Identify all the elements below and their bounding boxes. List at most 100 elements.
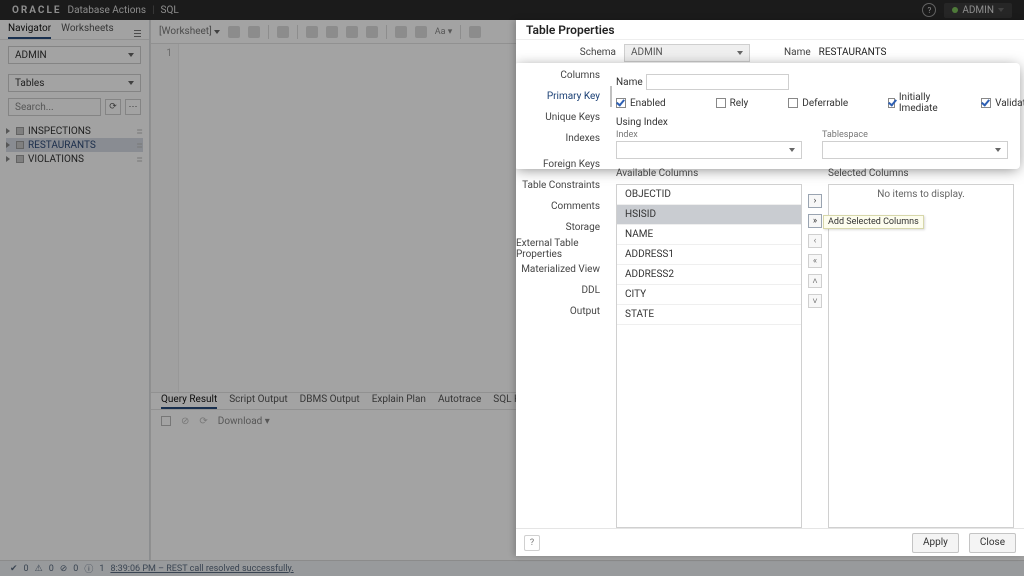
tab-navigator[interactable]: Navigator <box>8 23 51 39</box>
move-down-button[interactable]: ˅ <box>808 294 822 308</box>
user-menu[interactable]: ADMIN <box>944 3 1012 18</box>
refresh-results-icon[interactable]: ⟳ <box>199 416 207 427</box>
tab-query-result[interactable]: Query Result <box>161 394 217 409</box>
name-label: Name <box>784 47 811 58</box>
schema-select[interactable]: ADMIN <box>8 46 141 64</box>
schema-select-modal[interactable]: ADMIN <box>624 44 750 62</box>
status-message[interactable]: 8:39:06 PM – REST call resolved successf… <box>110 564 293 574</box>
list-item[interactable]: STATE <box>617 305 801 325</box>
explain-icon[interactable] <box>277 26 289 38</box>
tab-explain-plan[interactable]: Explain Plan <box>372 394 426 409</box>
menu-table-constraints[interactable]: Table Constraints <box>516 175 612 196</box>
list-item[interactable]: OBJECTID <box>617 185 801 205</box>
worksheet-dropdown[interactable]: [Worksheet] <box>159 26 220 37</box>
list-item[interactable]: HSISID <box>617 205 801 225</box>
list-item[interactable]: NAME <box>617 225 801 245</box>
index-select[interactable] <box>616 141 802 159</box>
tab-dbms-output[interactable]: DBMS Output <box>300 394 360 409</box>
row-menu-icon[interactable]: ≣ <box>136 127 143 136</box>
chk-validate[interactable] <box>981 98 991 108</box>
selected-columns-title: Selected Columns <box>828 168 1014 184</box>
trash-icon[interactable] <box>469 26 481 38</box>
run-script-icon[interactable] <box>248 26 260 38</box>
menu-indexes[interactable]: Indexes <box>516 128 612 149</box>
chk-initially-immediate[interactable] <box>888 98 895 108</box>
available-columns-title: Available Columns <box>616 168 802 184</box>
navigator-sidebar: Navigator Worksheets ADMIN Tables Search… <box>0 20 150 560</box>
tab-worksheets[interactable]: Worksheets <box>61 23 114 39</box>
line-gutter: 1 <box>151 44 179 392</box>
status-info-icon: ⓘ <box>84 562 93 575</box>
using-index-title: Using Index <box>616 117 1008 128</box>
list-item[interactable]: CITY <box>617 285 801 305</box>
history-icon[interactable] <box>366 26 378 38</box>
list-item[interactable]: ADDRESS1 <box>617 245 801 265</box>
remove-all-button[interactable]: « <box>808 254 822 268</box>
add-all-button[interactable]: » Add Selected Columns <box>808 214 822 228</box>
menu-comments[interactable]: Comments <box>516 196 612 217</box>
remove-selected-button[interactable]: ‹ <box>808 234 822 248</box>
list-item[interactable]: ADDRESS2 <box>617 265 801 285</box>
tablespace-select[interactable] <box>822 141 1008 159</box>
chk-enabled[interactable] <box>616 98 626 108</box>
download-icon[interactable] <box>395 26 407 38</box>
search-input[interactable]: Search... <box>8 98 101 116</box>
menu-storage[interactable]: Storage <box>516 217 612 238</box>
menu-unique-keys[interactable]: Unique Keys <box>516 107 612 128</box>
table-properties-dialog: Table Properties Schema ADMIN Name RESTA… <box>516 20 1024 556</box>
menu-output[interactable]: Output <box>516 301 612 322</box>
menu-columns[interactable]: Columns <box>516 65 612 86</box>
tree-item[interactable]: RESTAURANTS≣ <box>6 138 143 152</box>
help-icon[interactable]: ? <box>524 535 540 551</box>
row-menu-icon[interactable]: ≣ <box>136 141 143 150</box>
menu-foreign-keys[interactable]: Foreign Keys <box>516 154 612 175</box>
move-up-button[interactable]: ˄ <box>808 274 822 288</box>
chevron-down-icon <box>128 81 134 85</box>
empty-message: No items to display. <box>829 185 1013 204</box>
chevron-down-icon <box>214 30 220 34</box>
chk-rely[interactable] <box>716 98 726 108</box>
dialog-title: Table Properties <box>516 20 1024 40</box>
refresh-icon[interactable]: ⟳ <box>105 99 121 115</box>
chevron-down-icon <box>998 8 1004 12</box>
menu-external-table-properties[interactable]: External Table Properties <box>516 238 612 259</box>
expand-icon <box>6 128 10 134</box>
chk-deferrable[interactable] <box>788 98 798 108</box>
user-status-icon <box>952 7 958 13</box>
status-warn-icon: ⚠ <box>35 564 43 574</box>
commit-icon[interactable] <box>326 26 338 38</box>
tab-script-output[interactable]: Script Output <box>229 394 287 409</box>
tree-item[interactable]: INSPECTIONS≣ <box>6 124 143 138</box>
pk-name-input[interactable] <box>646 74 789 90</box>
selected-columns-list[interactable]: No items to display. <box>828 184 1014 528</box>
expand-icon <box>6 142 10 148</box>
clear-icon[interactable] <box>415 26 427 38</box>
help-icon[interactable]: ? <box>922 3 936 17</box>
sidebar-menu-icon[interactable] <box>134 29 141 39</box>
row-menu-icon[interactable]: ≣ <box>136 155 143 164</box>
object-tree: INSPECTIONS≣ RESTAURANTS≣ VIOLATIONS≣ <box>0 122 149 168</box>
tree-item[interactable]: VIOLATIONS≣ <box>6 152 143 166</box>
section-menu-lower: Foreign Keys Table Constraints Comments … <box>516 154 612 322</box>
brand: ORACLE <box>12 5 62 16</box>
rollback-icon[interactable] <box>346 26 358 38</box>
close-button[interactable]: Close <box>969 533 1016 553</box>
available-columns-list[interactable]: OBJECTID HSISID NAME ADDRESS1 ADDRESS2 C… <box>616 184 802 528</box>
slash-icon[interactable]: ⊘ <box>181 416 189 427</box>
object-type-select[interactable]: Tables <box>8 74 141 92</box>
select-all-checkbox[interactable] <box>161 416 171 426</box>
chevron-down-icon <box>995 148 1001 152</box>
menu-ddl[interactable]: DDL <box>516 280 612 301</box>
table-icon <box>16 127 24 135</box>
tab-autotrace[interactable]: Autotrace <box>438 394 481 409</box>
add-selected-button[interactable]: › <box>808 194 822 208</box>
autotrace-icon[interactable] <box>306 26 318 38</box>
chevron-down-icon <box>789 148 795 152</box>
table-name-field[interactable]: RESTAURANTS <box>819 47 887 58</box>
apply-button[interactable]: Apply <box>912 533 959 553</box>
menu-materialized-view[interactable]: Materialized View <box>516 259 612 280</box>
more-icon[interactable]: ⋯ <box>125 99 141 115</box>
menu-primary-key[interactable]: Primary Key <box>516 86 612 107</box>
download-dropdown[interactable]: Download ▾ <box>218 416 270 427</box>
run-icon[interactable] <box>228 26 240 38</box>
